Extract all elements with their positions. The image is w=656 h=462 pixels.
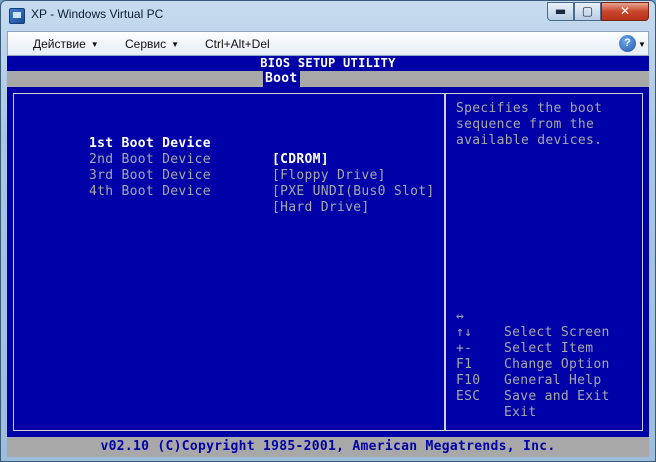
boot-device-value[interactable]: [Floppy Drive] — [272, 168, 386, 184]
menu-action[interactable]: Действие ▼ — [33, 37, 99, 51]
boot-device-value[interactable]: [PXE UNDI(Bus0 Slot] — [272, 184, 435, 200]
boot-device-row-3[interactable]: 3rd Boot Device [PXE UNDI(Bus0 Slot] — [24, 152, 434, 199]
help-line: Specifies the boot — [456, 101, 603, 116]
key-esc: ESC — [456, 389, 481, 404]
boot-device-pane: 1st Boot Device [CDROM] 2nd Boot Device … — [13, 93, 445, 431]
minimize-button[interactable]: ▬ — [547, 2, 574, 21]
key-legend-row: ↑↓ Select Item — [456, 309, 593, 356]
close-icon: ✕ — [619, 4, 631, 18]
key-legend-row: F10 Save and Exit — [456, 357, 609, 404]
help-line: available devices. — [456, 133, 603, 148]
help-pane: Specifies the boot sequence from the ava… — [445, 93, 643, 431]
menu-tools-label: Сервис — [125, 37, 167, 51]
menu-ctrl-alt-del[interactable]: Ctrl+Alt+Del — [205, 37, 270, 51]
minimize-icon: ▬ — [554, 4, 567, 18]
menu-tools[interactable]: Сервис ▼ — [125, 37, 179, 51]
menu-ctrl-alt-del-label: Ctrl+Alt+Del — [205, 37, 270, 51]
close-button[interactable]: ✕ — [601, 2, 649, 21]
boot-device-value[interactable]: [Hard Drive] — [272, 200, 370, 216]
chevron-down-icon: ▼ — [90, 40, 99, 49]
boot-device-row-2[interactable]: 2nd Boot Device [Floppy Drive] — [24, 136, 385, 183]
help-line: sequence from the — [456, 117, 595, 132]
key-description: Exit — [504, 405, 537, 420]
bios-screen[interactable]: BIOS SETUP UTILITY Boot 1st Boot Device … — [7, 56, 649, 457]
chevron-down-icon[interactable]: ▼ — [638, 40, 646, 49]
help-description: Specifies the boot sequence from the ava… — [456, 101, 636, 149]
bios-title: BIOS SETUP UTILITY — [260, 56, 396, 70]
boot-device-row-1[interactable]: 1st Boot Device [CDROM] — [24, 120, 329, 167]
key-legend-row: ESC Exit — [456, 373, 536, 420]
boot-device-value[interactable]: [CDROM] — [272, 152, 329, 168]
title-bar[interactable]: XP - Windows Virtual PC ▬ ▢ ✕ — [1, 1, 655, 31]
virtual-pc-app-icon — [9, 8, 25, 24]
menu-bar: Действие ▼ Сервис ▼ Ctrl+Alt+Del ? ▼ — [7, 31, 649, 56]
bios-tab-bar: Boot — [7, 71, 649, 87]
help-icon[interactable]: ? — [619, 35, 636, 52]
key-legend-row: ↔ Select Screen — [456, 293, 609, 340]
window-title: XP - Windows Virtual PC — [31, 7, 164, 21]
boot-device-row-4[interactable]: 4th Boot Device [Hard Drive] — [24, 168, 369, 215]
chevron-down-icon: ▼ — [171, 40, 180, 49]
key-legend-row: +- Change Option — [456, 325, 609, 372]
maximize-button[interactable]: ▢ — [574, 2, 601, 21]
tab-boot[interactable]: Boot — [263, 71, 300, 87]
boot-device-label: 4th Boot Device — [89, 184, 211, 199]
virtual-pc-window: XP - Windows Virtual PC ▬ ▢ ✕ Действие ▼ … — [0, 0, 656, 462]
key-legend-row: F1 General Help — [456, 341, 601, 388]
maximize-icon: ▢ — [581, 4, 594, 18]
menu-action-label: Действие — [33, 37, 86, 51]
copyright-footer: v02.10 (C)Copyright 1985-2001, American … — [7, 437, 649, 457]
